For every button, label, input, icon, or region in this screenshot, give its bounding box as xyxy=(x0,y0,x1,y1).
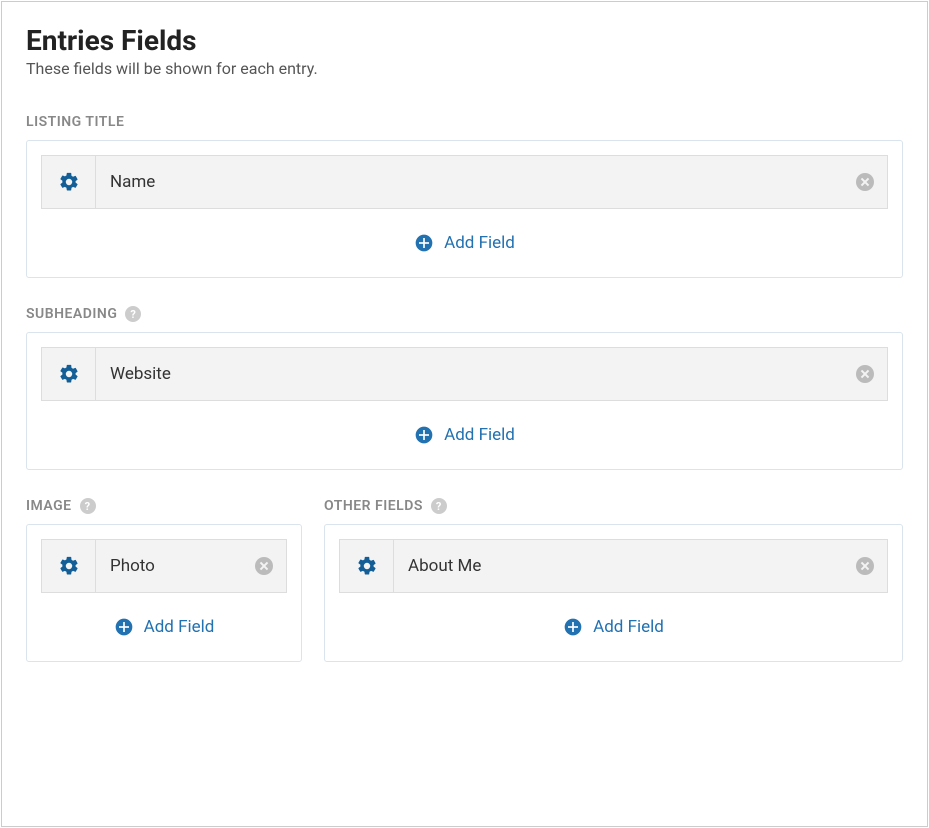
add-field-button-image[interactable]: Add Field xyxy=(41,593,287,647)
field-settings-button[interactable] xyxy=(340,540,394,592)
section-listing-title: LISTING TITLE Name Add Field xyxy=(26,114,903,306)
add-field-label: Add Field xyxy=(444,425,515,445)
section-label-text: IMAGE xyxy=(26,498,72,514)
field-name-label: About Me xyxy=(394,540,843,592)
gear-icon xyxy=(58,171,80,193)
field-row-photo[interactable]: Photo xyxy=(41,539,287,593)
plus-circle-icon xyxy=(563,617,583,637)
add-field-label: Add Field xyxy=(144,617,215,637)
section-subheading: SUBHEADING ? Website Add Field xyxy=(26,306,903,498)
field-name-label: Name xyxy=(96,156,843,208)
gear-icon xyxy=(58,555,80,577)
section-other-fields: OTHER FIELDS ? About Me Add Field xyxy=(324,498,903,690)
field-box-image: Photo Add Field xyxy=(26,524,302,662)
help-icon[interactable]: ? xyxy=(80,498,96,514)
plus-circle-icon xyxy=(414,425,434,445)
add-field-label: Add Field xyxy=(444,233,515,253)
section-label-text: SUBHEADING xyxy=(26,306,117,322)
section-label-other-fields: OTHER FIELDS ? xyxy=(324,498,903,514)
add-field-button-listing-title[interactable]: Add Field xyxy=(41,209,888,263)
help-icon[interactable]: ? xyxy=(125,306,141,322)
field-row-name[interactable]: Name xyxy=(41,155,888,209)
field-box-listing-title: Name Add Field xyxy=(26,140,903,278)
close-icon xyxy=(255,557,273,575)
section-label-text: OTHER FIELDS xyxy=(324,498,423,514)
field-remove-button[interactable] xyxy=(843,348,887,400)
field-row-website[interactable]: Website xyxy=(41,347,888,401)
field-remove-button[interactable] xyxy=(242,540,286,592)
page-title: Entries Fields xyxy=(26,24,903,57)
section-label-listing-title: LISTING TITLE xyxy=(26,114,903,130)
entries-fields-panel: Entries Fields These fields will be show… xyxy=(1,1,928,827)
field-name-label: Website xyxy=(96,348,843,400)
field-remove-button[interactable] xyxy=(843,540,887,592)
field-settings-button[interactable] xyxy=(42,540,96,592)
add-field-button-other-fields[interactable]: Add Field xyxy=(339,593,888,647)
add-field-button-subheading[interactable]: Add Field xyxy=(41,401,888,455)
plus-circle-icon xyxy=(414,233,434,253)
close-icon xyxy=(856,173,874,191)
section-image: IMAGE ? Photo Add Field xyxy=(26,498,302,690)
field-box-subheading: Website Add Field xyxy=(26,332,903,470)
section-label-image: IMAGE ? xyxy=(26,498,302,514)
field-row-about-me[interactable]: About Me xyxy=(339,539,888,593)
field-remove-button[interactable] xyxy=(843,156,887,208)
add-field-label: Add Field xyxy=(593,617,664,637)
section-label-text: LISTING TITLE xyxy=(26,114,124,130)
page-subtitle: These fields will be shown for each entr… xyxy=(26,59,903,78)
section-label-subheading: SUBHEADING ? xyxy=(26,306,903,322)
help-icon[interactable]: ? xyxy=(431,498,447,514)
close-icon xyxy=(856,557,874,575)
field-settings-button[interactable] xyxy=(42,348,96,400)
field-name-label: Photo xyxy=(96,540,242,592)
field-box-other-fields: About Me Add Field xyxy=(324,524,903,662)
gear-icon xyxy=(356,555,378,577)
gear-icon xyxy=(58,363,80,385)
close-icon xyxy=(856,365,874,383)
plus-circle-icon xyxy=(114,617,134,637)
two-column-row: IMAGE ? Photo Add Field xyxy=(26,498,903,690)
field-settings-button[interactable] xyxy=(42,156,96,208)
